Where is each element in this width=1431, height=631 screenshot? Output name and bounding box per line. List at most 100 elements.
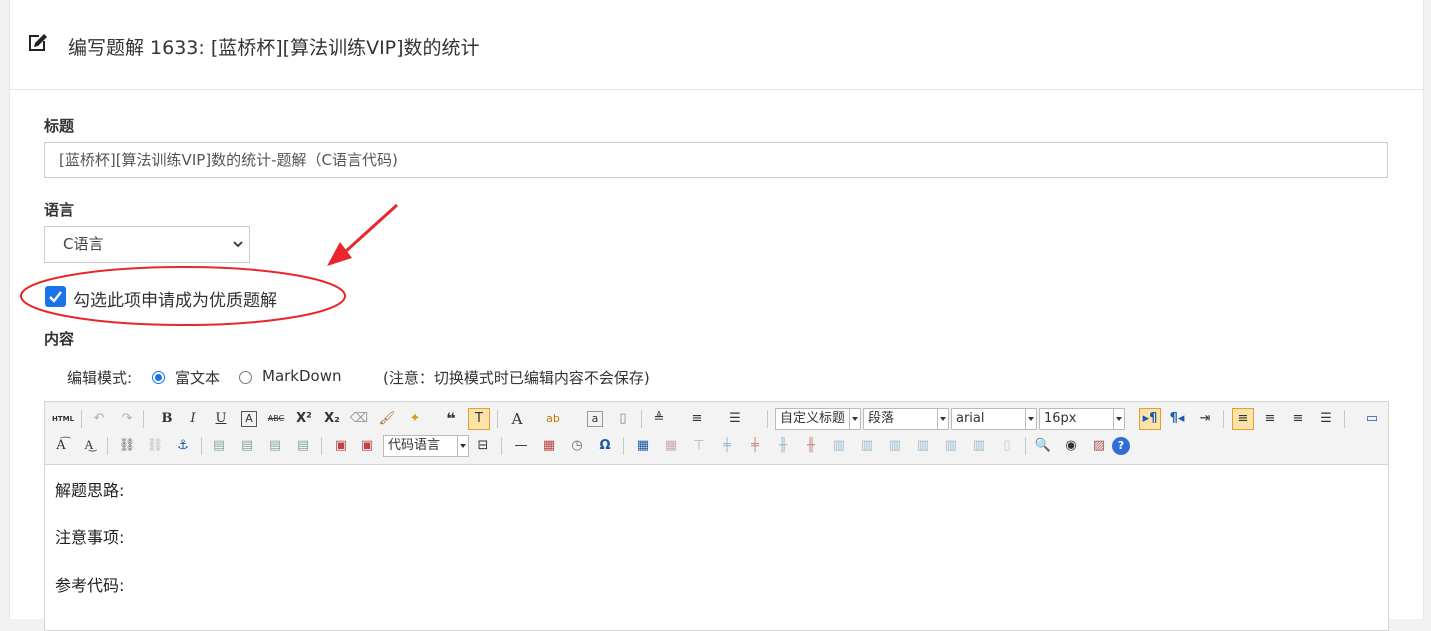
image-left-icon[interactable]: ▤ bbox=[237, 436, 257, 456]
page-title: 编写题解 1633: [蓝桥杯][算法训练VIP]数的统计 bbox=[68, 37, 480, 59]
format-brush-icon[interactable]: 🖌 bbox=[377, 409, 397, 429]
card-header: 编写题解 1633: [蓝桥杯][算法训练VIP]数的统计 bbox=[10, 0, 1423, 90]
date-icon[interactable]: ▦ bbox=[539, 436, 559, 456]
chart-icon[interactable]: ▯ bbox=[997, 436, 1017, 456]
help-icon[interactable]: ? bbox=[1112, 437, 1130, 455]
italic-icon[interactable]: I bbox=[183, 409, 203, 429]
heading-select-value: 自定义标题 bbox=[780, 411, 846, 426]
content-line[interactable]: 注意事项: bbox=[55, 524, 124, 548]
horizontal-rule-icon[interactable]: — bbox=[511, 436, 531, 456]
highlight-color-icon[interactable]: ab bbox=[543, 409, 563, 429]
heading-select[interactable]: 自定义标题 bbox=[775, 408, 861, 430]
undo-icon[interactable]: ↶ bbox=[89, 409, 109, 429]
title-input[interactable]: [蓝桥杯][算法训练VIP]数的统计-题解（C语言代码) bbox=[44, 142, 1388, 178]
find-replace-icon[interactable]: ◉ bbox=[1061, 436, 1081, 456]
quality-checkbox[interactable] bbox=[45, 286, 66, 307]
bold-icon[interactable]: B bbox=[157, 409, 177, 429]
image-right-icon[interactable]: ▤ bbox=[265, 436, 285, 456]
separator bbox=[623, 437, 624, 455]
align-justify-icon[interactable]: ☰ bbox=[1316, 409, 1336, 429]
preview-icon[interactable]: 🔍 bbox=[1033, 436, 1053, 456]
check-icon bbox=[49, 291, 62, 303]
separator bbox=[107, 437, 108, 455]
font-size-select[interactable]: 16px bbox=[1039, 408, 1125, 430]
language-label: 语言 bbox=[44, 201, 75, 219]
separator bbox=[641, 410, 642, 428]
link-icon[interactable]: ⛓ bbox=[117, 436, 137, 456]
insert-col-icon[interactable]: ╫ bbox=[773, 436, 793, 456]
separator bbox=[501, 437, 502, 455]
rtl-direction-icon[interactable]: ¶◂ bbox=[1167, 409, 1187, 429]
insert-image-icon[interactable]: ▣ bbox=[331, 436, 351, 456]
split-rows-icon[interactable]: ▥ bbox=[941, 436, 961, 456]
editor-mode-label: 编辑模式: bbox=[67, 369, 133, 387]
title-label: 标题 bbox=[44, 117, 75, 135]
font-family-select-value: arial bbox=[956, 411, 985, 426]
font-color-icon[interactable]: A bbox=[507, 409, 527, 429]
merge-right-icon[interactable]: ▥ bbox=[857, 436, 877, 456]
subscript-icon[interactable]: X₂ bbox=[322, 409, 342, 429]
align-center-icon[interactable]: ≡ bbox=[1260, 409, 1280, 429]
drafts-icon[interactable]: ▨ bbox=[1089, 436, 1109, 456]
image-none-icon[interactable]: ▤ bbox=[209, 436, 229, 456]
blank-page-icon[interactable]: ▯ bbox=[613, 409, 633, 429]
delete-table-icon[interactable]: ▦ bbox=[661, 436, 681, 456]
unlink-icon[interactable]: ⛓ bbox=[145, 436, 165, 456]
font-enlarge-icon[interactable]: A͡ bbox=[51, 436, 71, 456]
insert-row-icon[interactable]: ╪ bbox=[717, 436, 737, 456]
redo-icon[interactable]: ↷ bbox=[117, 409, 137, 429]
font-border-icon[interactable]: A bbox=[241, 411, 257, 427]
separator bbox=[321, 437, 322, 455]
delete-col-icon[interactable]: ╫ bbox=[801, 436, 821, 456]
delete-row-icon[interactable]: ╪ bbox=[745, 436, 765, 456]
magic-format-icon[interactable]: ✦ bbox=[405, 409, 425, 429]
rich-text-editor[interactable]: HTML ↶ ↷ B I U A ABC X² X₂ ⌫ 🖌 ✦ ❝ T A a… bbox=[44, 401, 1389, 631]
ltr-direction-icon[interactable]: ▸¶ bbox=[1139, 408, 1161, 430]
radio-markdown[interactable] bbox=[239, 371, 252, 384]
special-char-icon[interactable]: Ω bbox=[595, 436, 615, 456]
html-source-button[interactable]: HTML bbox=[51, 409, 75, 429]
content-line[interactable]: 参考代码: bbox=[55, 572, 124, 596]
indent-icon[interactable]: ⇥ bbox=[1195, 409, 1215, 429]
content-line[interactable]: 解题思路: bbox=[55, 477, 124, 501]
multi-image-icon[interactable]: ▣ bbox=[357, 436, 377, 456]
strikethrough-icon[interactable]: ABC bbox=[266, 409, 286, 429]
language-select[interactable]: C语言 bbox=[44, 226, 250, 263]
insert-table-icon[interactable]: ▦ bbox=[633, 436, 653, 456]
separator bbox=[1344, 410, 1345, 428]
separator bbox=[143, 410, 144, 428]
align-left-icon[interactable]: ≡ bbox=[1232, 408, 1254, 430]
blockquote-icon[interactable]: ❝ bbox=[441, 409, 461, 429]
split-cells-icon[interactable]: ▥ bbox=[913, 436, 933, 456]
autotypeset-icon[interactable]: a bbox=[587, 411, 603, 427]
editor-toolbar: HTML ↶ ↷ B I U A ABC X² X₂ ⌫ 🖌 ✦ ❝ T A a… bbox=[45, 402, 1388, 465]
merge-down-icon[interactable]: ▥ bbox=[885, 436, 905, 456]
quality-checkbox-label[interactable]: 勾选此项申请成为优质题解 bbox=[73, 286, 277, 311]
font-shrink-icon[interactable]: A͜ bbox=[79, 436, 99, 456]
line-height-icon[interactable]: ☰ bbox=[725, 409, 745, 429]
eraser-icon[interactable]: ⌫ bbox=[349, 409, 369, 429]
radio-richtext-label[interactable]: 富文本 bbox=[175, 367, 220, 388]
paragraph-select-value: 段落 bbox=[868, 411, 895, 426]
align-right-icon[interactable]: ≡ bbox=[1288, 409, 1308, 429]
separator bbox=[767, 410, 768, 428]
row-spacing-bottom-icon[interactable]: ≡ bbox=[687, 409, 707, 429]
separator bbox=[201, 437, 202, 455]
time-icon[interactable]: ◷ bbox=[567, 436, 587, 456]
radio-richtext[interactable] bbox=[152, 371, 165, 384]
insert-paragraph-icon[interactable]: ⊤ bbox=[689, 436, 709, 456]
merge-cells-icon[interactable]: ▥ bbox=[829, 436, 849, 456]
underline-icon[interactable]: U bbox=[211, 409, 231, 429]
image-center-icon[interactable]: ▤ bbox=[293, 436, 313, 456]
code-language-select[interactable]: 代码语言 bbox=[383, 435, 469, 457]
split-cols-icon[interactable]: ▥ bbox=[969, 436, 989, 456]
fullscreen-icon[interactable]: ▭ bbox=[1362, 409, 1382, 429]
page-break-icon[interactable]: ⊟ bbox=[473, 436, 493, 456]
anchor-icon[interactable]: ⚓ bbox=[173, 436, 193, 456]
paste-plain-icon[interactable]: T bbox=[468, 408, 490, 430]
paragraph-select[interactable]: 段落 bbox=[863, 408, 949, 430]
row-spacing-top-icon[interactable]: ≜ bbox=[649, 409, 669, 429]
superscript-icon[interactable]: X² bbox=[294, 409, 314, 429]
radio-markdown-label[interactable]: MarkDown bbox=[262, 367, 342, 385]
font-family-select[interactable]: arial bbox=[951, 408, 1037, 430]
